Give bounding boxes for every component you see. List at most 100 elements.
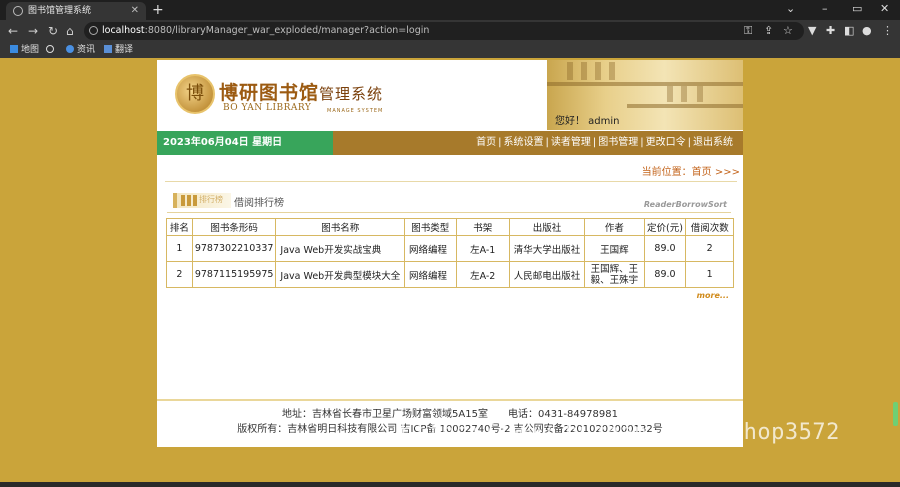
new-tab-plus-icon[interactable]: + bbox=[152, 1, 164, 19]
cell-author: 王国辉 bbox=[584, 235, 645, 262]
url-input[interactable]: localhost:8080/libraryManager_war_explod… bbox=[84, 22, 804, 40]
col-barcode: 图书条形码 bbox=[191, 218, 277, 236]
nav-logout[interactable]: 退出系统 bbox=[693, 137, 733, 148]
section-header: 排行榜 借阅排行榜 ReaderBorrowSort bbox=[167, 191, 731, 211]
bookmark-star-icon[interactable]: ☆ bbox=[783, 23, 793, 39]
reload-icon[interactable]: ↻ bbox=[48, 23, 58, 39]
divider bbox=[167, 212, 731, 213]
section-title-en: ReaderBorrowSort bbox=[643, 200, 727, 209]
maximize-icon[interactable]: ▭ bbox=[852, 2, 862, 16]
browser-tab[interactable]: 图书馆管理系统 ✕ bbox=[6, 2, 146, 20]
table-row: 2 9787115195975 Java Web开发典型模块大全 网络编程 左A… bbox=[166, 261, 734, 288]
footer-address: 地址：吉林省长春市卫星广场财富领域5A15室 bbox=[282, 409, 488, 420]
url-host: localhost bbox=[102, 25, 145, 36]
books-icon: 排行榜 bbox=[173, 193, 231, 208]
news-icon bbox=[66, 45, 74, 53]
cell-book-type: 网络编程 bbox=[404, 261, 457, 288]
nav-system-settings[interactable]: 系统设置 bbox=[504, 137, 544, 148]
nav-links: 首页 | 系统设置 | 读者管理 | 图书管理 | 更改口令 | 退出系统 bbox=[476, 137, 733, 148]
map-icon bbox=[10, 45, 18, 53]
browser-tab-bar: 图书馆管理系统 ✕ + ⌄ – ▭ ✕ bbox=[0, 0, 900, 20]
nav-book-management[interactable]: 图书管理 bbox=[598, 137, 638, 148]
more-link[interactable]: more... bbox=[697, 291, 729, 300]
col-rank: 排名 bbox=[166, 218, 193, 236]
cell-barcode: 9787115195975 bbox=[191, 261, 277, 288]
section-title: 借阅排行榜 bbox=[234, 198, 284, 209]
cell-publisher: 清华大学出版社 bbox=[508, 235, 586, 262]
bookmark-label: 翻译 bbox=[115, 45, 134, 55]
cell-shelf: 左A-1 bbox=[455, 235, 510, 262]
site-info-icon[interactable] bbox=[89, 26, 98, 35]
translate-icon bbox=[104, 45, 112, 53]
tab-search-chevron-icon[interactable]: ⌄ bbox=[786, 2, 795, 16]
window-close-icon[interactable]: ✕ bbox=[880, 2, 889, 16]
cell-book-name: Java Web开发典型模块大全 bbox=[275, 261, 405, 288]
scrollbar-thumb[interactable] bbox=[893, 402, 898, 426]
url-path: :8080/libraryManager_war_exploded/manage… bbox=[144, 25, 430, 36]
divider bbox=[165, 181, 737, 182]
bookmark-news[interactable] bbox=[46, 44, 57, 56]
sidebar-icon[interactable]: ◧ bbox=[844, 23, 854, 39]
globe-icon bbox=[13, 6, 23, 16]
cell-rank: 2 bbox=[166, 261, 193, 288]
globe-icon bbox=[46, 45, 54, 53]
col-book-type: 图书类型 bbox=[404, 218, 457, 236]
welcome-text: 您好！ admin bbox=[555, 116, 620, 127]
library-logo-icon: 博 bbox=[175, 74, 215, 114]
forward-arrow-icon[interactable]: → bbox=[28, 23, 38, 39]
col-author: 作者 bbox=[584, 218, 645, 236]
cell-borrow-count: 1 bbox=[685, 261, 734, 288]
key-icon[interactable]: ⚿ bbox=[744, 23, 752, 39]
tab-close-icon[interactable]: ✕ bbox=[131, 2, 139, 20]
col-book-name: 图书名称 bbox=[275, 218, 405, 236]
cell-price: 89.0 bbox=[643, 261, 687, 288]
cell-price: 89.0 bbox=[643, 235, 687, 262]
nav-home[interactable]: 首页 bbox=[476, 137, 496, 148]
section-icon-text: 排行榜 bbox=[199, 195, 223, 204]
nav-reader-management[interactable]: 读者管理 bbox=[551, 137, 591, 148]
cell-publisher: 人民邮电出版社 bbox=[508, 261, 586, 288]
extensions-puzzle-icon[interactable]: ✚ bbox=[826, 23, 835, 39]
site-subtitle: BO YAN LIBRARY bbox=[223, 103, 312, 113]
site-title: 博研图书馆管理系统 bbox=[219, 78, 383, 105]
table-header-row: 排名 图书条形码 图书名称 图书类型 书架 出版社 作者 定价(元) 借阅次数 bbox=[166, 218, 734, 236]
bookmark-label: 资讯 bbox=[77, 45, 96, 55]
bookmark-label: 地图 bbox=[21, 45, 40, 55]
col-borrow-count: 借阅次数 bbox=[685, 218, 734, 236]
cell-rank: 1 bbox=[166, 235, 193, 262]
profile-icon[interactable]: ● bbox=[862, 23, 872, 39]
bookmark-translate[interactable]: 翻译 bbox=[104, 44, 133, 56]
library-page: 博 博研图书馆管理系统 BO YAN LIBRARY MANAGE SYSTEM… bbox=[157, 60, 743, 447]
cell-shelf: 左A-2 bbox=[455, 261, 510, 288]
cell-book-name: Java Web开发实战宝典 bbox=[275, 235, 405, 262]
table-row: 1 9787302210337 Java Web开发实战宝典 网络编程 左A-1… bbox=[166, 235, 734, 262]
col-price: 定价(元) bbox=[643, 218, 687, 236]
logo-glyph: 博 bbox=[186, 83, 204, 104]
back-arrow-icon[interactable]: ← bbox=[8, 23, 18, 39]
menu-dots-icon[interactable]: ⋮ bbox=[882, 23, 893, 39]
title-manage: 管理系统 bbox=[319, 85, 384, 103]
main-navbar: 2023年06月04日 星期日 09:46:05 首页 | 系统设置 | 读者管理 | 图书… bbox=[157, 131, 743, 172]
borrow-ranking-table: 排名 图书条形码 图书名称 图书类型 书架 出版社 作者 定价(元) 借阅次数 … bbox=[166, 218, 734, 288]
tab-title: 图书馆管理系统 bbox=[28, 6, 92, 16]
bookmarks-bar: 地图 资讯 翻译 bbox=[0, 42, 900, 58]
col-publisher: 出版社 bbox=[508, 218, 586, 236]
minimize-icon[interactable]: – bbox=[822, 2, 828, 16]
taskbar-strip bbox=[0, 482, 900, 487]
current-datetime: 2023年06月04日 星期日 09:46:05 bbox=[157, 131, 333, 172]
title-art: 博研图书馆 bbox=[219, 82, 320, 104]
cell-author: 王国辉、王毅、王殊宇 bbox=[584, 261, 645, 288]
share-icon[interactable]: ⇪ bbox=[764, 23, 773, 39]
address-bar-row: ← → ↻ ⌂ localhost:8080/libraryManager_wa… bbox=[0, 20, 900, 42]
footer-divider bbox=[157, 399, 743, 401]
footer-phone: 电话：0431-84978981 bbox=[507, 409, 618, 420]
breadcrumb: 当前位置：首页 >>> bbox=[641, 167, 740, 178]
nav-change-password[interactable]: 更改口令 bbox=[646, 137, 686, 148]
cell-book-type: 网络编程 bbox=[404, 235, 457, 262]
watermark-text: https://www.huzhan.com/ishop3572 bbox=[400, 420, 840, 445]
extension-v-icon[interactable]: ▼ bbox=[808, 23, 816, 39]
bookmark-info[interactable]: 资讯 bbox=[66, 44, 95, 56]
home-icon[interactable]: ⌂ bbox=[66, 23, 74, 39]
site-subtitle-small: MANAGE SYSTEM bbox=[327, 108, 384, 114]
bookmark-map[interactable]: 地图 bbox=[10, 44, 39, 56]
